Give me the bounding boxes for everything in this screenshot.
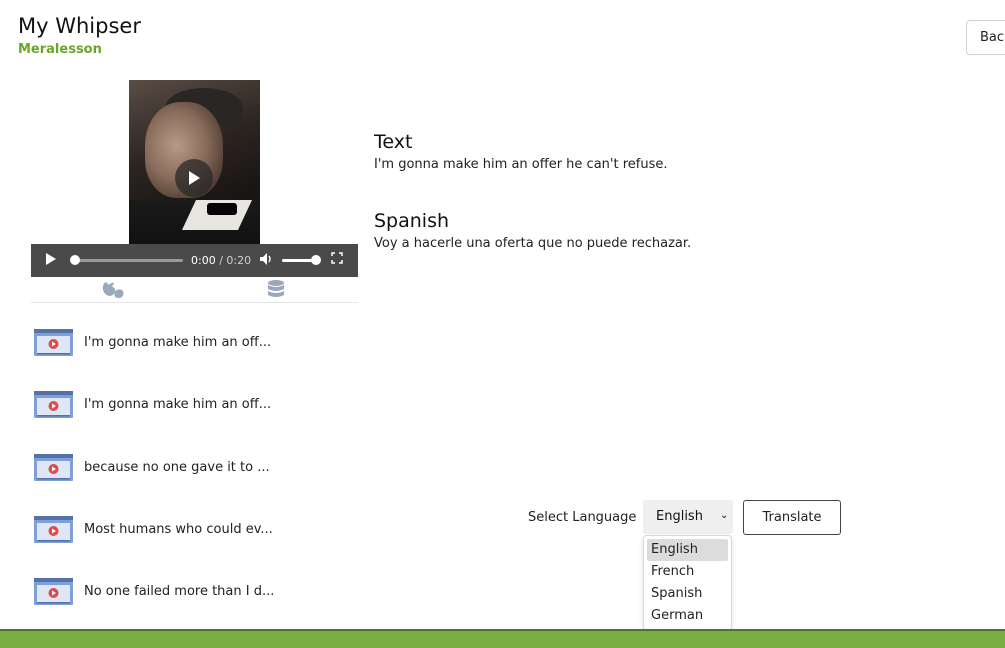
video-file-icon xyxy=(34,391,73,419)
progress-knob[interactable] xyxy=(70,255,80,265)
sign-language-glyph xyxy=(102,282,124,298)
language-option-french[interactable]: French xyxy=(647,561,728,583)
back-button[interactable]: Back xyxy=(966,20,1005,55)
language-select[interactable]: English ⌄ xyxy=(643,500,733,534)
translation-section-title: Spanish xyxy=(374,210,450,232)
time-display: 0:00 / 0:20 xyxy=(191,254,251,267)
app-title: My Whipser xyxy=(18,14,141,38)
text-section-title: Text xyxy=(374,131,413,153)
list-item-label: No one failed more than I d... xyxy=(84,584,275,600)
list-item[interactable]: No one failed more than I d... xyxy=(31,564,361,614)
video-figure-bow-tie xyxy=(207,203,237,215)
list-item-label: I'm gonna make him an off... xyxy=(84,397,272,413)
list-item[interactable]: because no one gave it to ... xyxy=(31,440,361,490)
chevron-down-icon: ⌄ xyxy=(720,510,729,521)
play-overlay-button[interactable] xyxy=(175,159,213,197)
app-subtitle: Meralesson xyxy=(18,42,102,57)
video-file-icon xyxy=(34,453,73,481)
time-separator: / xyxy=(215,254,227,267)
duration: 0:20 xyxy=(226,254,252,267)
video-player[interactable]: 0:00 / 0:20 xyxy=(31,80,358,277)
language-option-spanish[interactable]: Spanish xyxy=(647,583,728,605)
video-file-icon xyxy=(34,578,73,606)
list-item-label: I'm gonna make him an off... xyxy=(84,335,272,350)
sign-language-icon[interactable] xyxy=(100,278,126,300)
speaker-icon xyxy=(260,253,271,265)
current-time: 0:00 xyxy=(191,254,216,267)
fullscreen-button[interactable] xyxy=(331,252,343,267)
text-section-body: I'm gonna make him an offer he can't ref… xyxy=(374,157,668,172)
video-controls: 0:00 / 0:20 xyxy=(31,244,358,277)
language-dropdown: English French Spanish German xyxy=(643,535,732,631)
play-icon xyxy=(46,253,56,265)
volume-knob[interactable] xyxy=(311,255,321,265)
volume-icon[interactable] xyxy=(259,252,273,270)
video-file-icon xyxy=(34,515,73,543)
progress-track[interactable] xyxy=(71,259,183,262)
video-file-icon xyxy=(34,329,73,356)
language-select-value: English xyxy=(656,509,703,524)
translation-section-body: Voy a hacerle una oferta que no puede re… xyxy=(374,236,692,251)
play-icon xyxy=(189,171,200,185)
database-glyph xyxy=(268,280,284,297)
list-item-label: because no one gave it to ... xyxy=(84,459,270,475)
list-item[interactable]: I'm gonna make him an off... xyxy=(31,315,361,365)
database-icon[interactable] xyxy=(266,279,286,301)
footer-bar xyxy=(0,629,1005,648)
fullscreen-icon xyxy=(331,252,343,264)
list-item[interactable]: I'm gonna make him an off... xyxy=(31,377,361,427)
language-option-german[interactable]: German xyxy=(647,605,728,627)
translate-button[interactable]: Translate xyxy=(743,500,841,535)
play-button[interactable] xyxy=(45,252,57,270)
divider xyxy=(31,302,358,303)
list-item-label: Most humans who could ev... xyxy=(84,521,273,537)
language-option-english[interactable]: English xyxy=(647,539,728,561)
list-item[interactable]: Most humans who could ev... xyxy=(31,502,361,552)
select-language-label: Select Language xyxy=(528,510,637,525)
